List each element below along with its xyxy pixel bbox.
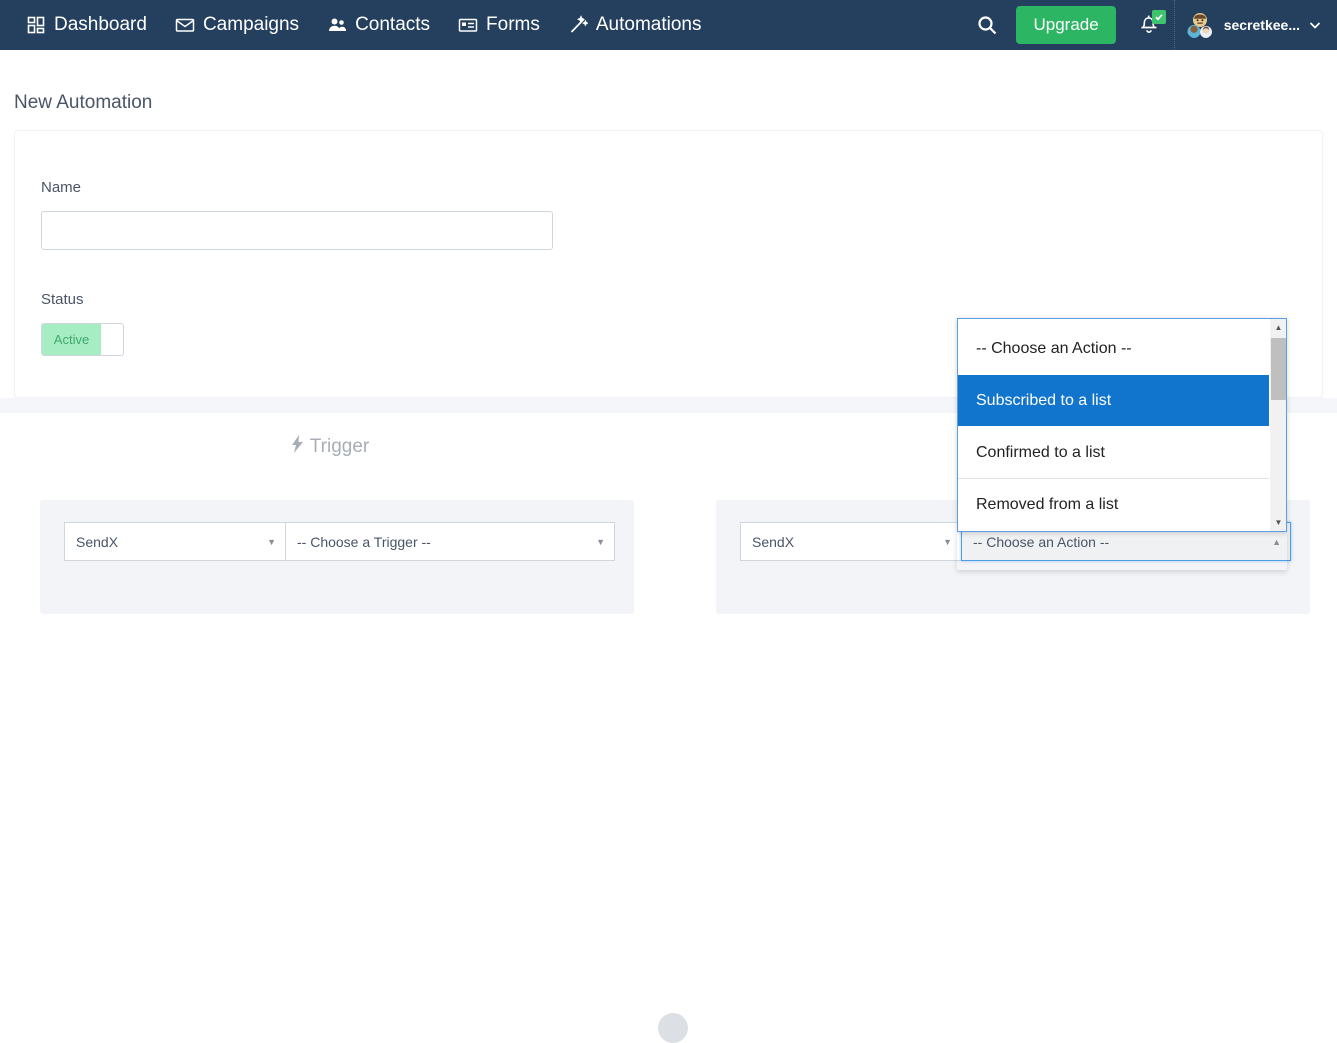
nav-label-dashboard: Dashboard [54,14,147,35]
nav-item-dashboard[interactable]: Dashboard [12,0,161,50]
user-name-label: secretkee... [1223,17,1300,33]
page-title: New Automation [14,92,153,113]
grid-icon [26,15,46,35]
status-toggle[interactable]: Active [41,323,124,356]
action-source-select[interactable]: SendX ▼ [740,522,961,561]
notifications-bell-button[interactable] [1128,0,1172,50]
nav-item-forms[interactable]: Forms [444,0,554,50]
name-field-label: Name [41,179,82,196]
nav-label-contacts: Contacts [355,14,431,35]
trigger-event-value: -- Choose a Trigger -- [297,533,431,550]
trigger-heading: Trigger [0,435,660,459]
dropdown-option-label: Confirmed to a list [976,443,1105,461]
dropdown-option-label: Subscribed to a list [976,391,1112,409]
nav-item-campaigns[interactable]: Campaigns [161,0,313,50]
trigger-source-value: SendX [76,533,119,550]
trigger-heading-label: Trigger [309,436,370,457]
bell-badge [1151,10,1166,24]
nav-item-contacts[interactable]: Contacts [313,0,444,50]
chevron-down-icon [1309,17,1321,33]
trigger-source-select[interactable]: SendX ▼ [64,522,285,561]
form-icon [458,15,478,35]
dropdown-option-label: -- Choose an Action -- [976,339,1132,357]
status-field-label: Status [41,291,84,308]
navbar-actions: Upgrade secretkee... [964,0,1337,50]
caret-down-icon: ▼ [596,536,605,547]
nav-label-campaigns: Campaigns [202,14,300,35]
triangle-up-icon[interactable]: ▲ [1270,319,1287,336]
caret-down-icon: ▼ [943,536,952,547]
nav-label-forms: Forms [486,14,540,35]
status-toggle-label: Active [42,324,101,355]
trigger-node: SendX ▼ -- Choose a Trigger -- ▼ [40,500,634,614]
search-icon[interactable] [964,0,1010,50]
action-type-dropdown: -- Choose an Action -- Subscribed to a l… [957,318,1287,532]
navbar-divider [1173,0,1175,50]
trigger-event-select[interactable]: -- Choose a Trigger -- ▼ [285,522,615,561]
check-icon [1155,14,1163,21]
avatar [1184,10,1215,40]
dropdown-scrollbar[interactable]: ▲ ▼ [1269,319,1286,531]
scrollbar-thumb[interactable] [1271,338,1286,400]
dropdown-option[interactable]: -- Choose an Action -- [958,323,1269,375]
dropdown-option[interactable]: Removed from a list [958,479,1269,531]
status-toggle-knob [101,324,123,355]
dropdown-option[interactable]: Confirmed to a list [958,427,1269,479]
people-icon [327,15,347,35]
dropdown-shadow [957,532,1287,570]
action-type-option-list: -- Choose an Action -- Subscribed to a l… [958,319,1269,531]
magic-wand-icon [568,15,588,35]
nav-item-automations[interactable]: Automations [554,0,716,50]
nav-label-automations: Automations [595,14,702,35]
trigger-select-row: SendX ▼ -- Choose a Trigger -- ▼ [64,522,615,561]
navbar-links: Dashboard Campaigns Contacts Forms Autom… [0,0,716,50]
upgrade-button[interactable]: Upgrade [1016,6,1116,44]
triangle-down-icon[interactable]: ▼ [1270,514,1287,531]
dropdown-option-selected[interactable]: Subscribed to a list [958,375,1269,427]
caret-down-icon: ▼ [267,536,276,547]
action-source-value: SendX [752,533,795,550]
user-menu-button[interactable]: secretkee... [1181,0,1327,50]
top-navbar: Dashboard Campaigns Contacts Forms Autom… [0,0,1337,50]
name-input[interactable] [41,211,553,250]
lightning-bolt-icon [291,435,304,459]
node-connector-handle[interactable] [658,1013,688,1043]
envelope-icon [175,15,195,35]
dropdown-option-label: Removed from a list [976,495,1119,513]
